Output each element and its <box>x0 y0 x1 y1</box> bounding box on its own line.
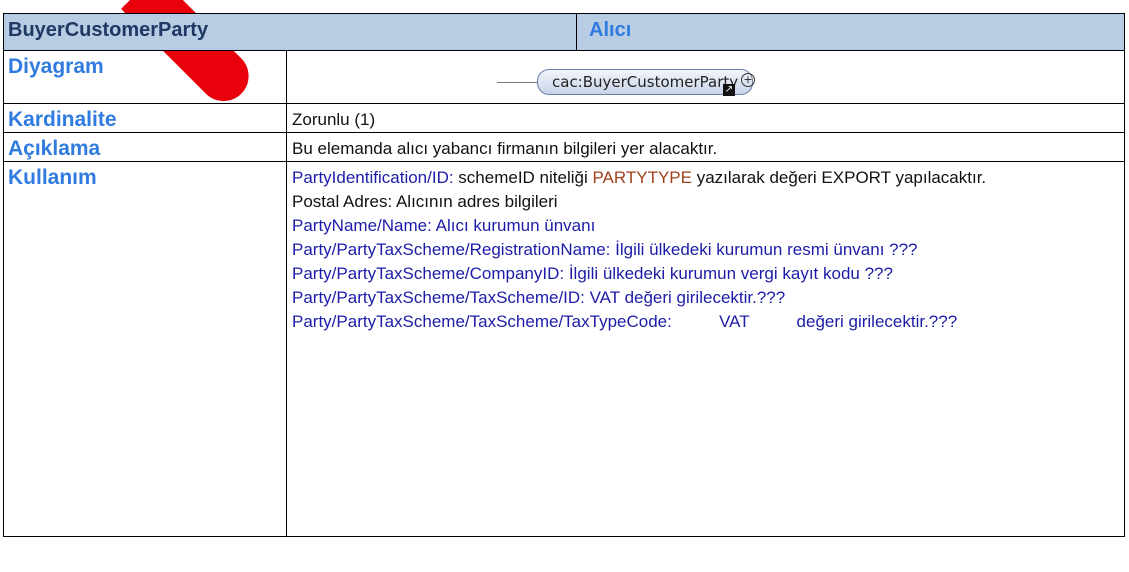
usage-text: İlgili ülkedeki kurumun resmi ünvanı ??? <box>610 240 918 259</box>
diagram-label: Diyagram <box>3 50 287 104</box>
cardinality-value: Zorunlu (1) <box>285 103 1126 133</box>
schema-node: cac:BuyerCustomerParty <box>537 69 754 95</box>
element-name-header: BuyerCustomerParty <box>2 13 578 51</box>
usage-line-postal-address: Postal Adres: Alıcının adres bilgileri <box>292 192 558 211</box>
usage-line-partyidentification: PartyIdentification/ID: schemeID niteliğ… <box>292 166 1124 190</box>
usage-path: PartyIdentification/ID: <box>292 168 454 187</box>
usage-path: Party/PartyTaxScheme/RegistrationName: <box>292 240 611 259</box>
usage-label: Kullanım <box>3 161 287 537</box>
usage-text: İlgili ülkedeki kurumun vergi kayıt kodu… <box>564 264 893 283</box>
cardinality-label: Kardinalite <box>3 103 287 133</box>
description-row: Açıklama Bu elemanda alıcı yabancı firma… <box>3 132 1126 162</box>
usage-value: PartyIdentification/ID: schemeID niteliğ… <box>285 161 1126 537</box>
usage-highlight: PARTYTYPE <box>592 168 692 187</box>
usage-row: Kullanım PartyIdentification/ID: schemeI… <box>3 161 1126 537</box>
document-page: BuyerCustomerParty Alıcı Diyagram cac:Bu… <box>0 0 1129 572</box>
usage-line-companyid: Party/PartyTaxScheme/CompanyID: İlgili ü… <box>292 262 1124 286</box>
cardinality-row: Kardinalite Zorunlu (1) <box>3 103 1126 133</box>
diagram-row: Diyagram cac:BuyerCustomerParty ↗ + <box>3 50 1126 104</box>
usage-text: yazılarak değeri EXPORT yapılacaktır. <box>691 168 987 187</box>
usage-line-partyname: PartyName/Name: Alıcı kurumun ünvanı <box>292 216 596 235</box>
shortcut-arrow-icon: ↗ <box>723 84 735 96</box>
usage-path: Party/PartyTaxScheme/CompanyID: <box>292 264 565 283</box>
element-spec-table: BuyerCustomerParty Alıcı Diyagram cac:Bu… <box>2 13 1126 537</box>
usage-line-taxtypecode: Party/PartyTaxScheme/TaxScheme/TaxTypeCo… <box>292 312 958 331</box>
usage-line-registrationname: Party/PartyTaxScheme/RegistrationName: İ… <box>292 238 1124 262</box>
header-row: BuyerCustomerParty Alıcı <box>2 13 1126 51</box>
usage-text: schemeID niteliği <box>453 168 593 187</box>
description-label: Açıklama <box>3 132 287 162</box>
description-value: Bu elemanda alıcı yabancı firmanın bilgi… <box>285 132 1126 162</box>
connector-line <box>497 82 537 83</box>
turkish-name-header: Alıcı <box>576 13 1126 51</box>
expand-plus-icon: + <box>741 73 755 87</box>
usage-line-taxscheme-id: Party/PartyTaxScheme/TaxScheme/ID: VAT d… <box>292 288 786 307</box>
diagram-cell: cac:BuyerCustomerParty ↗ + <box>285 50 1126 104</box>
